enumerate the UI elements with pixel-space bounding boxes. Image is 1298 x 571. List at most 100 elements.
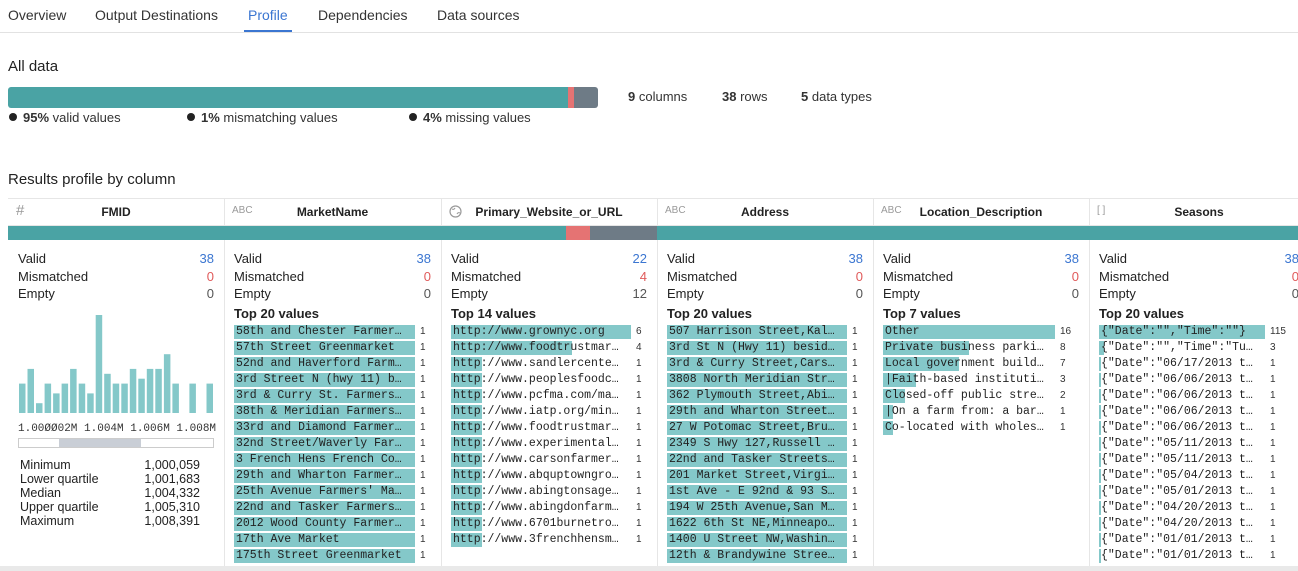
value-row[interactable]: http://www.peoplesfoodc… 1 — [451, 372, 647, 388]
value-row[interactable]: {"Date":"01/01/2013 t… 1 — [1099, 532, 1298, 548]
value-row[interactable]: 32nd Street/Waverly Far… 1 — [234, 436, 431, 452]
histogram-bar[interactable] — [155, 368, 162, 413]
value-row[interactable]: 3808 North Meridian Str… 1 — [667, 372, 863, 388]
histogram-bar[interactable] — [189, 383, 196, 413]
value-row[interactable]: {"Date":"04/20/2013 t… 1 — [1099, 516, 1298, 532]
value-row[interactable]: Co-located with wholes… 1 — [883, 420, 1079, 436]
histogram-bar[interactable] — [61, 383, 69, 413]
value-row[interactable]: 3rd & Curry St. Farmers… 1 — [234, 388, 431, 404]
value-row[interactable]: 194 W 25th Avenue,San M… 1 — [667, 500, 863, 516]
value-row[interactable]: http://www.carsonfarmer… 1 — [451, 452, 647, 468]
value-row[interactable]: 3 French Hens French Co… 1 — [234, 452, 431, 468]
value-row[interactable]: 507 Harrison Street,Kal… 1 — [667, 324, 863, 340]
value-row[interactable]: 3rd Street N (hwy 11) b… 1 — [234, 372, 431, 388]
histogram-bar[interactable] — [27, 368, 35, 413]
value-row[interactable]: {"Date":"01/01/2013 t… 1 — [1099, 548, 1298, 564]
value-row[interactable]: Local government build… 7 — [883, 356, 1079, 372]
column-card-primary-website-or-url[interactable]: Primary_Website_or_URL Valid 22 Mismatched 4… — [441, 198, 658, 571]
value-row[interactable]: 33rd and Diamond Farmer… 1 — [234, 420, 431, 436]
histogram-bar[interactable] — [19, 383, 26, 413]
value-row[interactable]: 29th and Wharton Street… 1 — [667, 404, 863, 420]
range-selection[interactable] — [59, 439, 141, 447]
value-row[interactable]: 52nd and Haverford Farm… 1 — [234, 356, 431, 372]
histogram-bar[interactable] — [78, 383, 86, 413]
value-row[interactable]: 3rd St N (Hwy 11) besid… 1 — [667, 340, 863, 356]
value-row[interactable]: {"Date":"","Time":""} 115 — [1099, 324, 1298, 340]
value-row[interactable]: {"Date":"05/11/2013 t… 1 — [1099, 436, 1298, 452]
value-row[interactable]: 27 W Potomac Street,Bru… 1 — [667, 420, 863, 436]
value-row[interactable]: 17th Ave Market 1 — [234, 532, 431, 548]
tab-dependencies[interactable]: Dependencies — [318, 7, 408, 23]
value-row[interactable]: http://www.abingtonsage… 1 — [451, 484, 647, 500]
value-row[interactable]: |On a farm from: a bar… 1 — [883, 404, 1079, 420]
column-card-fmid[interactable]: # FMID Valid 38 Mismatched 0 Empty 0 1.00ØØ02M 1… — [8, 198, 225, 571]
value-row[interactable]: {"Date":"","Time":"Tu… 3 — [1099, 340, 1298, 356]
value-row[interactable]: 29th and Wharton Farmer… 1 — [234, 468, 431, 484]
histogram-bar[interactable] — [129, 368, 137, 413]
histogram-bar[interactable] — [138, 378, 145, 413]
tab-output-destinations[interactable]: Output Destinations — [95, 7, 218, 23]
value-row[interactable]: 38th & Meridian Farmers… 1 — [234, 404, 431, 420]
histogram-bar[interactable] — [163, 354, 171, 413]
value-row[interactable]: http://www.6701burnetro… 1 — [451, 516, 647, 532]
column-header[interactable]: Primary_Website_or_URL — [441, 198, 657, 226]
histogram-bar[interactable] — [70, 368, 77, 413]
value-row[interactable]: 1622 6th St NE,Minneapo… 1 — [667, 516, 863, 532]
histogram-bar[interactable] — [112, 383, 120, 413]
value-row[interactable]: {"Date":"06/06/2013 t… 1 — [1099, 404, 1298, 420]
value-row[interactable]: http://www.grownyc.org 6 — [451, 324, 647, 340]
column-header[interactable]: ABC MarketName — [224, 198, 441, 226]
value-row[interactable]: 22nd and Tasker Farmers… 1 — [234, 500, 431, 516]
value-row[interactable]: http://www.pcfma.com/ma… 1 — [451, 388, 647, 404]
value-row[interactable]: 362 Plymouth Street,Abi… 1 — [667, 388, 863, 404]
tab-data-sources[interactable]: Data sources — [437, 7, 519, 23]
column-header[interactable]: ABC Address — [657, 198, 873, 226]
value-row[interactable]: 22nd and Tasker Streets… 1 — [667, 452, 863, 468]
horizontal-scrollbar[interactable] — [0, 566, 1298, 571]
value-row[interactable]: {"Date":"05/01/2013 t… 1 — [1099, 484, 1298, 500]
value-row[interactable]: 1st Ave - E 92nd & 93 S… 1 — [667, 484, 863, 500]
value-row[interactable]: Closed-off public stre… 2 — [883, 388, 1079, 404]
value-row[interactable]: 58th and Chester Farmer… 1 — [234, 324, 431, 340]
value-row[interactable]: http://www.experimental… 1 — [451, 436, 647, 452]
column-header[interactable]: # FMID — [8, 198, 224, 226]
histogram-bar[interactable] — [36, 403, 43, 413]
value-histogram[interactable] — [18, 313, 214, 413]
value-row[interactable]: 2349 S Hwy 127,Russell … 1 — [667, 436, 863, 452]
value-row[interactable]: {"Date":"05/11/2013 t… 1 — [1099, 452, 1298, 468]
histogram-bar[interactable] — [146, 368, 154, 413]
value-row[interactable]: 175th Street Greenmarket 1 — [234, 548, 431, 564]
value-row[interactable]: {"Date":"06/06/2013 t… 1 — [1099, 372, 1298, 388]
value-row[interactable]: http://www.3frenchhensm… 1 — [451, 532, 647, 548]
histogram-bar[interactable] — [44, 383, 52, 413]
value-row[interactable]: http://www.abingdonfarm… 1 — [451, 500, 647, 516]
value-row[interactable]: |Faith-based instituti… 3 — [883, 372, 1079, 388]
value-row[interactable]: http://www.foodtrustmar… 1 — [451, 420, 647, 436]
column-card-marketname[interactable]: ABC MarketName Valid 38 Mismatched 0 Empty 0 Top… — [224, 198, 442, 571]
value-row[interactable]: 12th & Brandywine Stree… 1 — [667, 548, 863, 564]
value-row[interactable]: {"Date":"06/17/2013 t… 1 — [1099, 356, 1298, 372]
histogram-bar[interactable] — [206, 383, 214, 413]
histogram-bar[interactable] — [87, 393, 94, 413]
value-row[interactable]: http://www.iatp.org/min… 1 — [451, 404, 647, 420]
value-row[interactable]: 25th Avenue Farmers' Ma… 1 — [234, 484, 431, 500]
tab-overview[interactable]: Overview — [8, 7, 66, 23]
column-card-address[interactable]: ABC Address Valid 38 Mismatched 0 Empty 0 Top 20… — [657, 198, 874, 571]
column-card-seasons[interactable]: [ ]Seasons Valid 38 Mismatched 0 Empty 0 Top 20… — [1089, 198, 1298, 571]
histogram-bar[interactable] — [95, 315, 103, 413]
value-row[interactable]: 201 Market Street,Virgi… 1 — [667, 468, 863, 484]
value-row[interactable]: http://www.foodtrustmar… 4 — [451, 340, 647, 356]
value-row[interactable]: {"Date":"06/06/2013 t… 1 — [1099, 420, 1298, 436]
value-row[interactable]: http://www.abquptowngro… 1 — [451, 468, 647, 484]
column-card-location-description[interactable]: ABC Location_Description Valid 38 Mismatched… — [873, 198, 1090, 571]
histogram-bar[interactable] — [53, 393, 60, 413]
value-row[interactable]: Other 16 — [883, 324, 1079, 340]
value-row[interactable]: 1400 U Street NW,Washin… 1 — [667, 532, 863, 548]
value-row[interactable]: http://www.sandlercente… 1 — [451, 356, 647, 372]
histogram-bar[interactable] — [121, 383, 128, 413]
value-row[interactable]: Private business parki… 8 — [883, 340, 1079, 356]
value-row[interactable]: {"Date":"05/04/2013 t… 1 — [1099, 468, 1298, 484]
value-row[interactable]: 2012 Wood County Farmer… 1 — [234, 516, 431, 532]
histogram-bar[interactable] — [172, 383, 179, 413]
value-row[interactable]: 57th Street Greenmarket 1 — [234, 340, 431, 356]
